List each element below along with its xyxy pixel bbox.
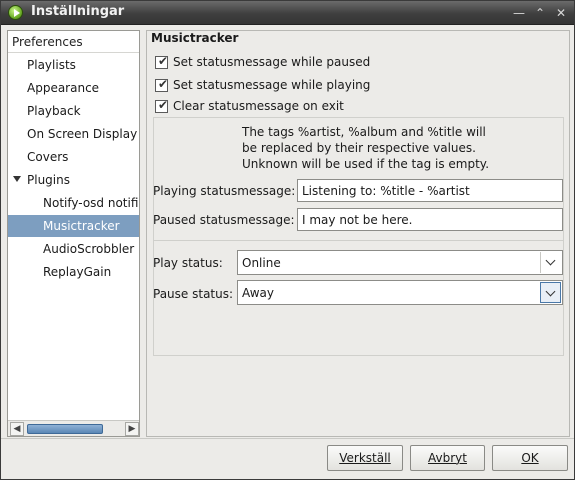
tree-header[interactable]: Preferences — [8, 31, 139, 53]
cancel-button[interactable]: Avbryt — [410, 445, 485, 471]
scroll-right-icon[interactable]: ▶ — [125, 422, 139, 436]
sidebar-item-replaygain[interactable]: ReplayGain — [8, 261, 139, 283]
playing-checkbox[interactable]: ✔ — [155, 77, 169, 92]
info-line: The tags %artist, %album and %title will — [242, 125, 486, 139]
sidebar-item-playback[interactable]: Playback — [8, 100, 139, 122]
scroll-left-icon[interactable]: ◀ — [10, 422, 24, 436]
button-bar-divider — [1, 438, 574, 439]
checkmark-icon: ✔ — [158, 77, 169, 91]
preferences-tree: Preferences Playlists Appearance Playbac… — [7, 30, 140, 437]
clear-on-exit-checkbox[interactable]: ✔ — [155, 98, 169, 113]
apply-button[interactable]: Verkställ — [327, 445, 403, 471]
sidebar-item-playlists[interactable]: Playlists — [8, 54, 139, 76]
minimize-icon[interactable]: — — [511, 5, 527, 21]
pause-status-label: Pause status: — [153, 287, 234, 301]
scrollbar-thumb[interactable] — [27, 424, 103, 434]
pause-status-select[interactable]: Away — [237, 280, 563, 305]
sidebar-item-on-screen-display[interactable]: On Screen Display — [8, 123, 139, 145]
paused-message-label: Paused statusmessage: — [153, 213, 295, 227]
checkmark-icon: ✔ — [158, 54, 169, 68]
horizontal-scrollbar[interactable]: ◀ ▶ — [8, 420, 139, 436]
maximize-icon[interactable]: ⌃ — [532, 5, 548, 21]
sidebar-item-appearance[interactable]: Appearance — [8, 77, 139, 99]
apply-button-label: Verkställ — [339, 451, 391, 465]
sidebar-item-audioscrobbler[interactable]: AudioScrobbler — [8, 238, 139, 260]
play-status-dropdown-button[interactable] — [540, 252, 561, 273]
title-bar[interactable]: Inställningar — ⌃ ✕ — [1, 1, 574, 25]
paused-checkbox-label[interactable]: Set statusmessage while paused — [173, 55, 370, 69]
playing-message-label: Playing statusmessage: — [153, 184, 296, 198]
musictracker-settings-panel: Musictracker ✔ Set statusmessage while p… — [146, 30, 570, 437]
chevron-down-icon — [545, 255, 556, 266]
playing-checkbox-label[interactable]: Set statusmessage while playing — [173, 78, 370, 92]
clear-on-exit-checkbox-label[interactable]: Clear statusmessage on exit — [173, 99, 344, 113]
ok-button[interactable]: OK — [492, 445, 568, 471]
info-line: be replaced by their respective values. — [242, 141, 476, 155]
chevron-down-icon — [545, 286, 556, 297]
info-line: Unknown will be used if the tag is empty… — [242, 157, 490, 171]
playing-message-input[interactable]: Listening to: %title - %artist — [297, 179, 563, 202]
preferences-window: Inställningar — ⌃ ✕ Preferences Playlist… — [0, 0, 575, 480]
sidebar-item-musictracker[interactable]: Musictracker — [8, 215, 139, 237]
play-status-label: Play status: — [153, 256, 223, 270]
sidebar-item-covers[interactable]: Covers — [8, 146, 139, 168]
tags-info-text: The tags %artist, %album and %title will… — [242, 124, 562, 172]
section-title: Musictracker — [151, 31, 239, 45]
divider — [153, 240, 564, 241]
paused-message-input[interactable]: I may not be here. — [297, 208, 563, 231]
play-status-value: Online — [242, 256, 281, 270]
app-logo-icon — [8, 5, 23, 20]
sidebar-item-notify-osd[interactable]: Notify-osd notific — [8, 192, 139, 214]
checkmark-icon: ✔ — [158, 98, 169, 112]
pause-status-value: Away — [242, 286, 274, 300]
cancel-button-label: Avbryt — [428, 451, 467, 465]
ok-button-label: OK — [521, 451, 539, 465]
pause-status-dropdown-button[interactable] — [540, 282, 561, 303]
play-status-select[interactable]: Online — [237, 250, 563, 275]
window-title: Inställningar — [31, 4, 125, 19]
sidebar-item-plugins[interactable]: Plugins — [8, 169, 139, 191]
paused-checkbox[interactable]: ✔ — [155, 54, 169, 69]
close-icon[interactable]: ✕ — [553, 5, 569, 21]
